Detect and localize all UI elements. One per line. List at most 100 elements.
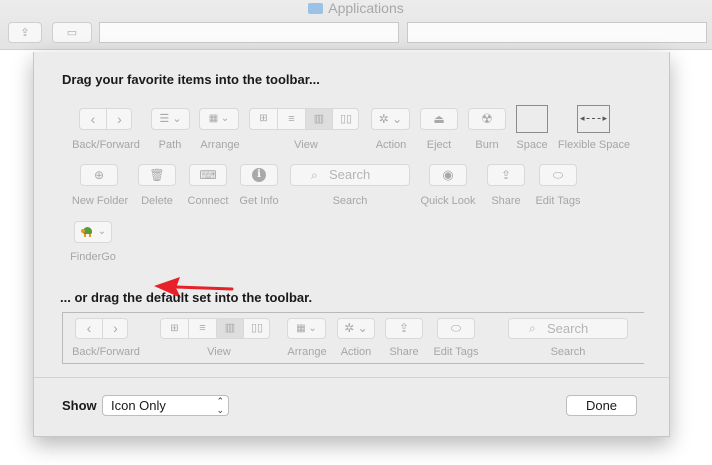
eject-control[interactable]: ⏏ [420,108,458,130]
burn-icon: ☢ [481,111,493,126]
action-control[interactable]: ✲ ⌄ [371,108,410,130]
quick-look-control[interactable]: ◉ [429,164,467,186]
eye-icon: ◉ [442,167,454,182]
customize-toolbar-sheet: Drag your favorite items into the toolba… [33,52,671,437]
footer-divider [34,377,671,378]
tag-icon: ▭ [66,27,78,39]
list-view-icon: ≡ [288,113,295,125]
flexible-space-label: Flexible Space [557,139,631,151]
view-label: View [294,139,318,151]
show-label: Show [62,398,97,413]
icon-view-icon: ⊞ [170,323,179,334]
default-back-forward-control: ‹ › [75,318,128,339]
connect-control[interactable]: ⌨ [189,164,227,186]
search-icon: ⌕ [529,321,536,335]
arrange-icon: ▦ ⌄ [208,113,230,124]
get-info-control[interactable]: i [240,164,278,186]
new-folder-control[interactable]: ⊕ [80,164,118,186]
red-arrow-shaft [174,285,234,291]
trash-icon: 🗑 [149,168,165,182]
burn-control[interactable]: ☢ [468,108,506,130]
search-label: Search [332,195,368,207]
column-view-icon: ▥ [306,109,332,129]
path-label: Path [158,139,182,151]
new-folder-icon: ⊕ [93,168,105,182]
new-folder-label: New Folder [71,195,129,207]
default-search-placeholder: Search [547,321,589,336]
default-arrange-control: ▦ ⌄ [287,318,326,339]
share-icon: ⇪ [20,27,30,39]
show-select-value: Icon Only [111,398,166,413]
path-control[interactable]: ☰ ⌄ [151,108,190,130]
window-title-text: Applications [328,0,404,16]
arrange-control[interactable]: ▦ ⌄ [199,108,239,130]
space-box[interactable] [516,105,548,133]
findergo-control[interactable]: ⌄ [74,221,112,243]
list-view-icon: ≡ [199,322,206,334]
eject-label: Eject [426,139,452,151]
share-icon: ⇪ [398,321,410,335]
select-arrows-icon: ⌃ ⌄ [216,396,224,415]
tag-icon: ⬭ [552,168,564,182]
action-label: Action [375,139,407,151]
chevron-left-icon: ‹ [86,320,92,336]
chevron-down-icon: ⌄ [97,226,107,237]
delete-control[interactable]: 🗑 [138,164,176,186]
gear-icon: ✲ ⌄ [378,112,403,126]
share-label: Share [491,195,521,207]
default-view-label: View [207,346,231,358]
findergo-label: FinderGo [70,251,116,263]
default-action-label: Action [340,346,372,358]
default-arrange-label: Arrange [287,346,327,358]
default-edit-tags-label: Edit Tags [433,346,479,358]
default-action-control: ✲ ⌄ [337,318,375,339]
toolbar-field-left[interactable] [99,22,399,43]
view-control[interactable]: ⊞ ≡ ▥ ▯▯ [249,108,359,130]
edit-tags-button[interactable]: ▭ [52,22,92,43]
default-back-forward-label: Back/Forward [72,346,140,358]
default-view-control: ⊞ ≡ ▥ ▯▯ [160,318,270,339]
tag-icon: ⬭ [450,321,462,335]
get-info-label: Get Info [239,195,279,207]
turtle-icon [81,226,93,237]
connect-icon: ⌨ [199,168,217,182]
burn-label: Burn [475,139,499,151]
default-share-label: Share [389,346,419,358]
chevron-right-icon: › [113,320,118,336]
window-title: Applications [0,0,712,17]
path-icon: ☰ ⌄ [159,113,182,125]
chevron-right-icon: › [117,111,122,127]
edit-tags-control[interactable]: ⬭ [539,164,577,186]
quick-look-label: Quick Look [420,195,476,207]
icon-view-icon: ⊞ [259,113,268,124]
gallery-view-icon: ▯▯ [250,322,264,334]
arrange-label: Arrange [200,139,240,151]
folder-icon [308,3,324,14]
share-control[interactable]: ⇪ [487,164,525,186]
show-select[interactable]: Icon Only ⌃ ⌄ [102,395,229,416]
column-view-icon: ▥ [217,319,243,338]
arrange-icon: ▦ ⌄ [296,323,317,334]
search-field[interactable]: ⌕ Search [290,164,410,186]
chevron-left-icon: ‹ [90,111,96,127]
default-share-control: ⇪ [385,318,423,339]
window-toolbar: Applications ⇪ ▭ [0,0,712,50]
default-edit-tags-control: ⬭ [437,318,475,339]
favorites-heading: Drag your favorite items into the toolba… [62,72,320,87]
search-icon: ⌕ [311,168,318,182]
default-search-label: Search [550,346,586,358]
share-button[interactable]: ⇪ [8,22,42,43]
toolbar-field-right[interactable] [407,22,707,43]
gear-icon: ✲ ⌄ [344,321,368,335]
back-forward-control[interactable]: ‹ › [79,108,132,130]
default-set-heading: ... or drag the default set into the too… [60,290,313,305]
default-search-field: ⌕ Search [508,318,628,339]
delete-label: Delete [141,195,173,207]
default-set-box[interactable]: ‹ › Back/Forward ⊞ ≡ ▥ ▯▯ View ▦ ⌄ Arran… [62,312,644,364]
connect-label: Connect [187,195,229,207]
eject-icon: ⏏ [433,112,445,126]
flexible-space-box[interactable]: ◂ ▸ [577,105,610,133]
done-button[interactable]: Done [566,395,637,416]
info-icon: i [252,168,266,182]
search-placeholder: Search [329,167,371,182]
